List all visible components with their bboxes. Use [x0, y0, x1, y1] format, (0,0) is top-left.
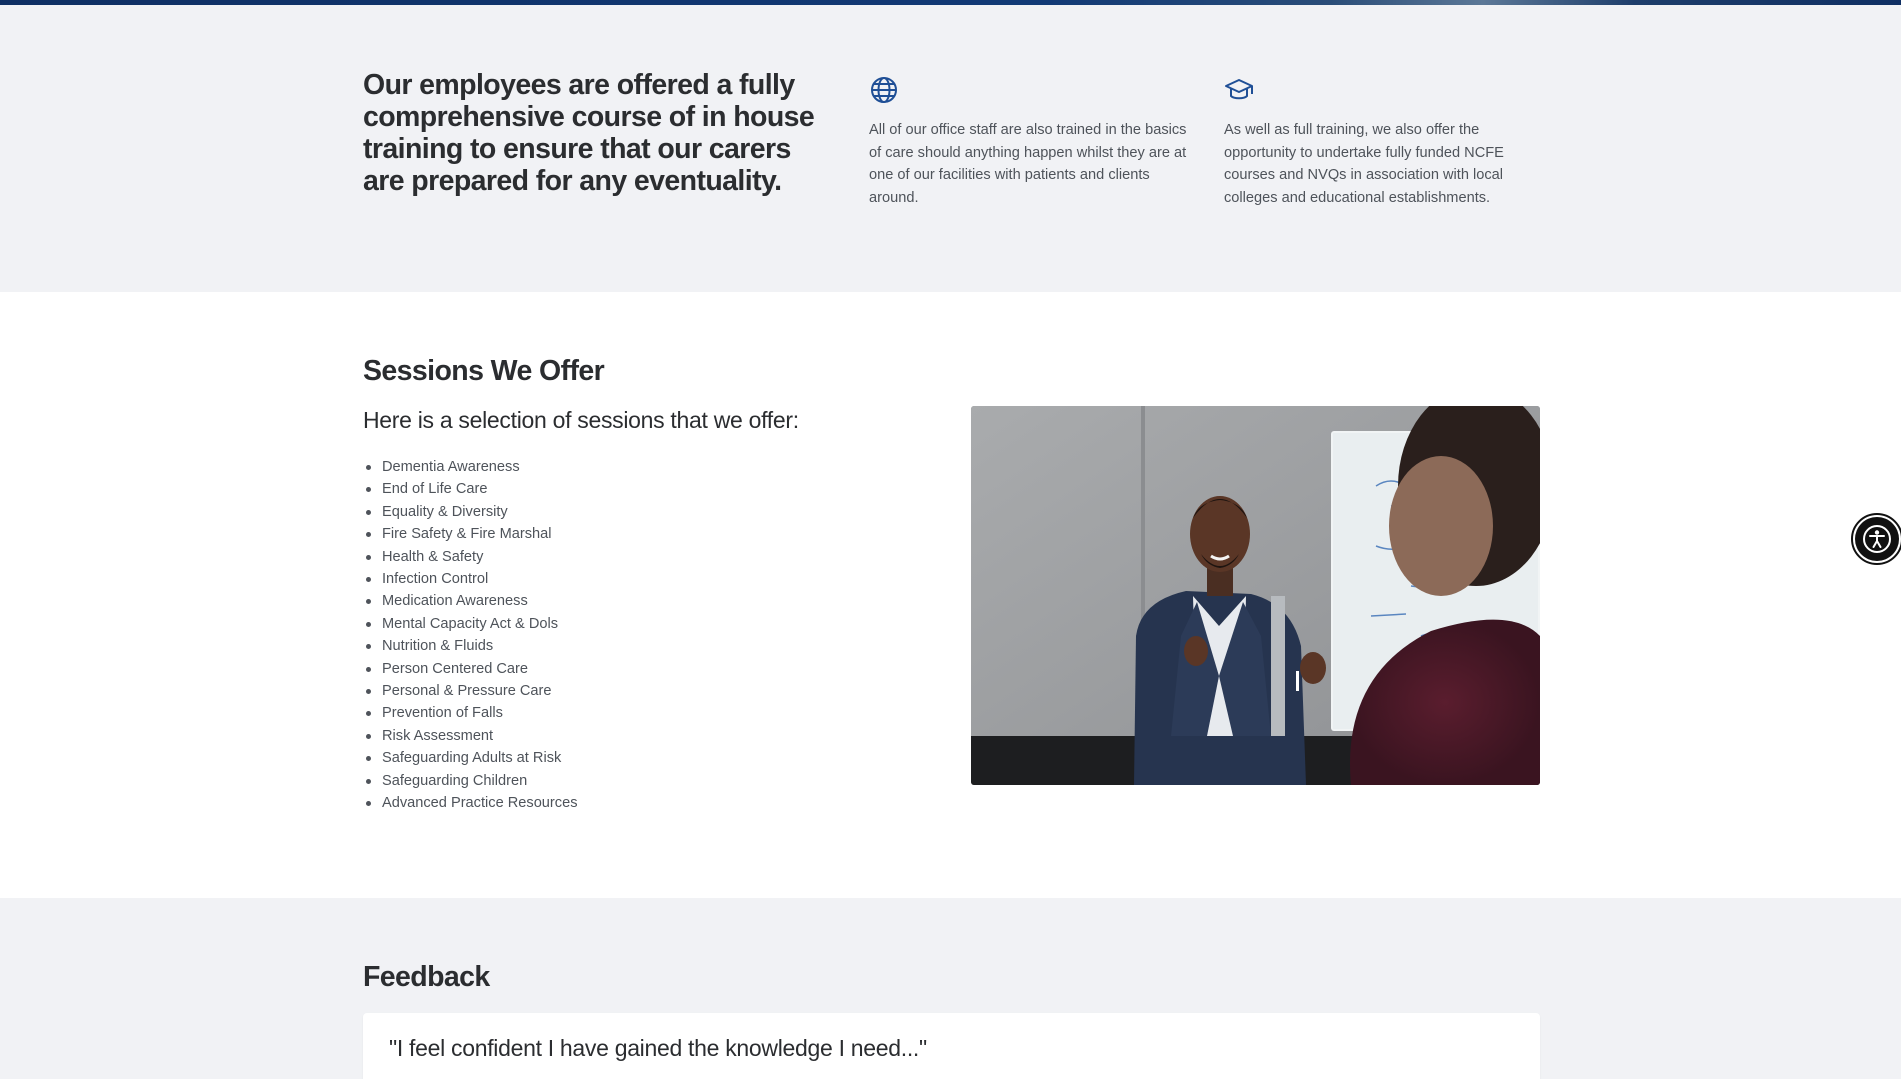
feature-office-staff: All of our office staff are also trained… [869, 75, 1189, 209]
accessibility-button[interactable] [1851, 513, 1901, 565]
training-intro-section: Our employees are offered a fully compre… [0, 5, 1901, 292]
session-item: Dementia Awareness [363, 456, 578, 478]
sessions-title: Sessions We Offer [363, 355, 605, 387]
session-item: Person Centered Care [363, 658, 578, 680]
session-item: Equality & Diversity [363, 501, 578, 523]
session-item: Nutrition & Fluids [363, 635, 578, 657]
session-item: Medication Awareness [363, 590, 578, 612]
intro-heading: Our employees are offered a fully compre… [363, 69, 815, 197]
session-item: Infection Control [363, 568, 578, 590]
session-item: End of Life Care [363, 478, 578, 500]
session-item: Prevention of Falls [363, 702, 578, 724]
sessions-list: Dementia Awareness End of Life Care Equa… [363, 456, 578, 815]
sessions-subtitle: Here is a selection of sessions that we … [363, 407, 799, 433]
feedback-card: "I feel confident I have gained the know… [363, 1013, 1540, 1079]
session-item: Mental Capacity Act & Dols [363, 613, 578, 635]
session-item: Fire Safety & Fire Marshal [363, 523, 578, 545]
feedback-quote: "I feel confident I have gained the know… [389, 1035, 927, 1061]
graduation-cap-icon [1225, 79, 1253, 100]
feature-text: All of our office staff are also trained… [869, 122, 1187, 206]
trainer-presenting-illustration [971, 406, 1540, 785]
session-item: Health & Safety [363, 546, 578, 568]
session-item: Safeguarding Adults at Risk [363, 747, 578, 769]
feature-text: As well as full training, we also offer … [1224, 122, 1504, 206]
session-item: Risk Assessment [363, 725, 578, 747]
feedback-title: Feedback [363, 961, 490, 993]
accessibility-icon [1863, 525, 1891, 553]
session-item: Safeguarding Children [363, 770, 578, 792]
accessibility-icon-wrap [1855, 517, 1899, 561]
session-item: Advanced Practice Resources [363, 792, 578, 814]
feedback-section: Feedback "I feel confident I have gained… [0, 898, 1901, 1079]
training-session-photo [971, 406, 1540, 785]
globe-icon [871, 77, 897, 103]
sessions-section: Sessions We Offer Here is a selection of… [0, 292, 1901, 898]
feature-funded-courses: As well as full training, we also offer … [1224, 75, 1544, 209]
session-item: Personal & Pressure Care [363, 680, 578, 702]
